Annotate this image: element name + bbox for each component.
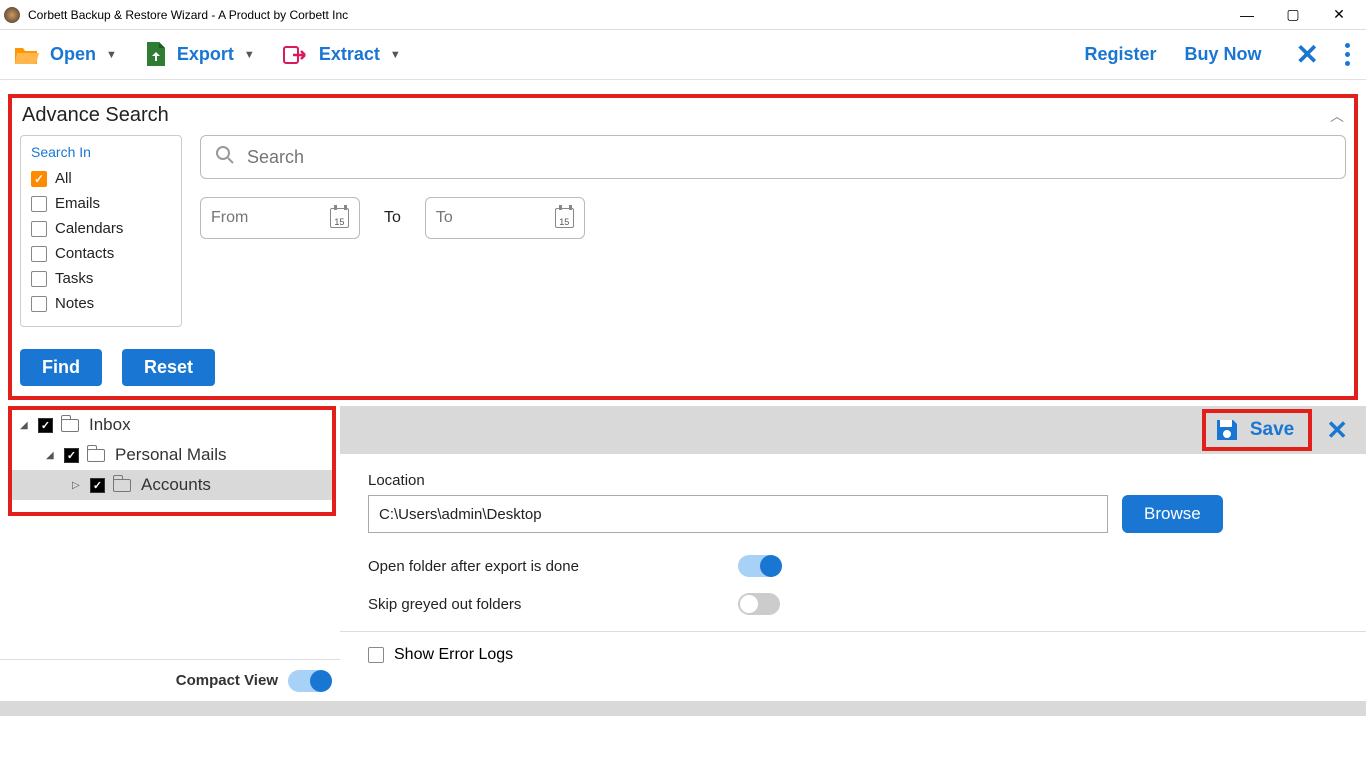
expander-icon[interactable]: ◢ (20, 420, 32, 431)
buy-now-link[interactable]: Buy Now (1185, 44, 1262, 65)
export-settings-pane: Save ✕ Location Browse Open folder after… (340, 406, 1366, 701)
close-panel-icon[interactable]: ✕ (1326, 415, 1348, 446)
checkbox-icon (31, 171, 47, 187)
search-in-label: Search In (31, 144, 171, 160)
collapse-icon[interactable]: ︿ (1330, 106, 1344, 126)
checkbox-icon[interactable] (368, 647, 384, 663)
compact-view-toggle[interactable] (288, 670, 330, 692)
open-label: Open (50, 44, 96, 65)
compact-view-bar: Compact View (0, 659, 340, 701)
file-export-icon (145, 42, 167, 68)
chevron-down-icon: ▼ (244, 49, 255, 61)
maximize-button[interactable]: ▢ (1270, 6, 1316, 23)
expander-icon[interactable]: ◢ (46, 450, 58, 461)
tree-item-personal-mails[interactable]: ◢ Personal Mails (12, 440, 332, 470)
minimize-button[interactable]: — (1224, 7, 1270, 23)
date-from-field[interactable] (200, 197, 360, 239)
save-button[interactable]: Save (1202, 409, 1312, 451)
tree-checkbox[interactable] (64, 448, 79, 463)
advance-search-panel: Advance Search ︿ Search In All Emails Ca… (8, 94, 1358, 400)
tree-item-accounts[interactable]: ▷ Accounts (12, 470, 332, 500)
extract-icon (283, 44, 309, 66)
tree-checkbox[interactable] (90, 478, 105, 493)
extract-label: Extract (319, 44, 380, 65)
advance-search-title: Advance Search (22, 104, 1346, 127)
reset-button[interactable]: Reset (122, 349, 215, 386)
toolbar-close-icon[interactable]: ✕ (1296, 38, 1319, 71)
open-after-label: Open folder after export is done (368, 558, 738, 575)
search-icon (215, 145, 235, 170)
date-from-input[interactable] (211, 209, 330, 227)
folder-tree-pane: ◢ Inbox ◢ Personal Mails ▷ Accounts Comp… (0, 406, 340, 701)
tree-item-inbox[interactable]: ◢ Inbox (12, 410, 332, 440)
find-button[interactable]: Find (20, 349, 102, 386)
search-input[interactable] (247, 147, 1331, 168)
folder-icon (87, 449, 105, 462)
window-title: Corbett Backup & Restore Wizard - A Prod… (28, 8, 1224, 22)
main-toolbar: Open ▼ Export ▼ Extract ▼ Register Buy N… (0, 30, 1366, 80)
compact-view-label: Compact View (176, 672, 278, 689)
save-label: Save (1250, 419, 1294, 441)
folder-icon (61, 419, 79, 432)
calendar-icon[interactable] (555, 208, 574, 228)
save-icon (1214, 417, 1240, 443)
checkbox-icon (31, 296, 47, 312)
more-menu-icon[interactable] (1345, 43, 1350, 66)
skip-greyed-label: Skip greyed out folders (368, 596, 738, 613)
app-icon (4, 7, 20, 23)
open-button[interactable]: Open ▼ (14, 44, 117, 66)
calendar-icon[interactable] (330, 208, 349, 228)
search-in-panel: Search In All Emails Calendars Contacts … (20, 135, 182, 327)
status-bar (0, 701, 1366, 716)
location-input[interactable] (368, 495, 1108, 533)
search-in-all[interactable]: All (31, 166, 171, 191)
folder-icon (113, 479, 131, 492)
checkbox-icon (31, 221, 47, 237)
expander-icon[interactable]: ▷ (72, 480, 84, 491)
export-label: Export (177, 44, 234, 65)
show-error-logs-row[interactable]: Show Error Logs (340, 631, 1366, 678)
search-input-wrapper[interactable] (200, 135, 1346, 179)
export-button[interactable]: Export ▼ (145, 42, 255, 68)
register-link[interactable]: Register (1084, 44, 1156, 65)
date-to-input[interactable] (436, 209, 555, 227)
close-button[interactable]: ✕ (1316, 6, 1362, 23)
save-bar: Save ✕ (340, 406, 1366, 454)
skip-greyed-toggle[interactable] (738, 593, 780, 615)
location-label: Location (368, 472, 1338, 489)
to-label: To (384, 209, 401, 227)
extract-button[interactable]: Extract ▼ (283, 44, 401, 66)
search-in-emails[interactable]: Emails (31, 191, 171, 216)
tree-checkbox[interactable] (38, 418, 53, 433)
search-in-tasks[interactable]: Tasks (31, 266, 171, 291)
show-error-logs-label: Show Error Logs (394, 646, 513, 664)
browse-button[interactable]: Browse (1122, 495, 1223, 533)
search-in-contacts[interactable]: Contacts (31, 241, 171, 266)
open-after-toggle[interactable] (738, 555, 780, 577)
search-in-calendars[interactable]: Calendars (31, 216, 171, 241)
date-to-field[interactable] (425, 197, 585, 239)
chevron-down-icon: ▼ (106, 49, 117, 61)
chevron-down-icon: ▼ (390, 49, 401, 61)
search-in-notes[interactable]: Notes (31, 291, 171, 316)
folder-open-icon (14, 44, 40, 66)
checkbox-icon (31, 271, 47, 287)
checkbox-icon (31, 246, 47, 262)
titlebar: Corbett Backup & Restore Wizard - A Prod… (0, 0, 1366, 30)
folder-tree: ◢ Inbox ◢ Personal Mails ▷ Accounts (8, 406, 336, 516)
checkbox-icon (31, 196, 47, 212)
